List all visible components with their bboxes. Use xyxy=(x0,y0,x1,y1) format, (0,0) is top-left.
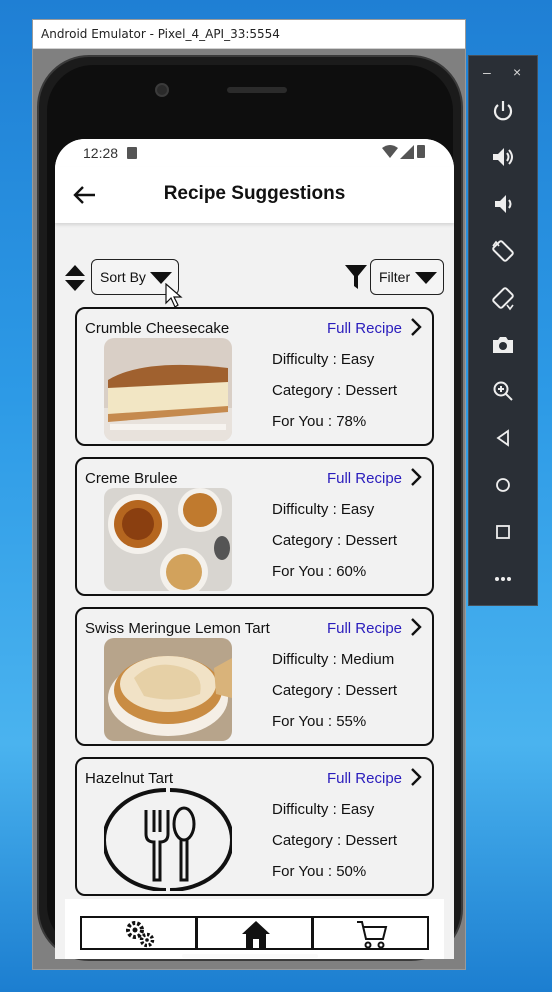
back-icon[interactable] xyxy=(490,425,516,451)
chevron-down-icon xyxy=(415,272,437,284)
filter-label: Filter xyxy=(379,269,411,285)
for-you-text: For You : 50% xyxy=(272,863,367,880)
settings-icon xyxy=(126,921,155,948)
difficulty-text: Difficulty : Medium xyxy=(272,651,395,668)
emulator-window: Android Emulator - Pixel_4_API_33:5554 1… xyxy=(32,19,466,970)
signal-icon xyxy=(400,145,414,159)
more-icon[interactable] xyxy=(490,566,516,592)
category-text: Category : Dessert xyxy=(272,682,398,699)
recipe-name: Crumble Cheesecake xyxy=(85,320,230,337)
close-button[interactable]: × xyxy=(513,64,521,80)
chevron-right-icon[interactable] xyxy=(410,467,422,487)
difficulty-text: Difficulty : Easy xyxy=(272,501,375,518)
chevron-right-icon[interactable] xyxy=(410,317,422,337)
home-icon xyxy=(242,921,270,948)
app-bar: Recipe Suggestions xyxy=(55,167,454,223)
fork-spoon-plate-icon xyxy=(104,788,232,891)
recipe-name: Creme Brulee xyxy=(85,470,178,487)
earpiece-speaker xyxy=(227,87,287,93)
zoom-icon[interactable] xyxy=(490,378,516,404)
home-nav-button[interactable] xyxy=(196,916,313,950)
recipe-card[interactable]: Creme Brulee Full Recipe Difficulty: Ea… xyxy=(75,457,434,596)
for-you-text: For You : 55% xyxy=(272,713,367,730)
full-recipe-link[interactable]: Full Recipe xyxy=(327,770,402,787)
filter-dropdown[interactable]: Filter xyxy=(370,259,444,295)
phone-screen: 12:28 Recipe Suggestions Sort By Filter … xyxy=(55,139,454,959)
lemon-tart-photo xyxy=(104,638,232,741)
filter-icon[interactable] xyxy=(345,265,367,289)
recipe-name: Hazelnut Tart xyxy=(85,770,174,787)
recipe-card[interactable]: Crumble Cheesecake Full Recipe Difficult… xyxy=(75,307,434,446)
recipe-card[interactable]: Swiss Meringue Lemon Tart Full Recipe Di… xyxy=(75,607,434,746)
volume-down-icon[interactable] xyxy=(490,191,516,217)
sd-card-icon xyxy=(127,147,137,159)
rotate-right-icon[interactable] xyxy=(490,285,516,311)
volume-up-icon[interactable] xyxy=(490,144,516,170)
chevron-right-icon[interactable] xyxy=(410,767,422,787)
status-bar: 12:28 xyxy=(55,139,454,167)
cheesecake-photo xyxy=(104,338,232,441)
bottom-navigation xyxy=(65,899,444,959)
overview-icon[interactable] xyxy=(490,519,516,545)
category-text: Category : Dessert xyxy=(272,532,398,549)
battery-icon xyxy=(417,145,425,158)
camera-icon[interactable] xyxy=(490,332,516,358)
cart-icon xyxy=(357,921,388,949)
minimize-button[interactable]: – xyxy=(483,64,491,80)
chevron-right-icon[interactable] xyxy=(410,617,422,637)
settings-nav-button[interactable] xyxy=(80,916,197,950)
emulator-toolbar: – × xyxy=(468,55,538,606)
sort-label: Sort By xyxy=(100,269,146,285)
recipe-card[interactable]: Hazelnut Tart Full Recipe Difficulty: E… xyxy=(75,757,434,896)
emulator-body: 12:28 Recipe Suggestions Sort By Filter … xyxy=(33,49,465,969)
difficulty-text: Difficulty : Easy xyxy=(272,351,375,368)
wifi-icon xyxy=(382,145,398,158)
phone-frame: 12:28 Recipe Suggestions Sort By Filter … xyxy=(37,55,463,961)
gesture-home-indicator[interactable] xyxy=(182,954,318,958)
home-icon[interactable] xyxy=(490,472,516,498)
difficulty-text: Difficulty : Easy xyxy=(272,801,375,818)
page-title: Recipe Suggestions xyxy=(163,183,346,204)
window-title: Android Emulator - Pixel_4_API_33:5554 xyxy=(33,20,465,49)
front-camera xyxy=(155,83,169,97)
category-text: Category : Dessert xyxy=(272,832,398,849)
for-you-text: For You : 60% xyxy=(272,563,367,580)
creme-brulee-photo xyxy=(104,488,232,591)
for-you-text: For You : 78% xyxy=(272,413,367,430)
rotate-left-icon[interactable] xyxy=(490,238,516,264)
category-text: Category : Dessert xyxy=(272,382,398,399)
power-icon[interactable] xyxy=(490,98,516,124)
full-recipe-link[interactable]: Full Recipe xyxy=(327,620,402,637)
cart-nav-button[interactable] xyxy=(312,916,429,950)
sort-icon[interactable] xyxy=(65,265,85,291)
full-recipe-link[interactable]: Full Recipe xyxy=(327,470,402,487)
recipe-name: Swiss Meringue Lemon Tart xyxy=(85,620,270,637)
mouse-cursor-icon xyxy=(165,283,183,308)
status-time: 12:28 xyxy=(83,145,119,161)
full-recipe-link[interactable]: Full Recipe xyxy=(327,320,402,337)
